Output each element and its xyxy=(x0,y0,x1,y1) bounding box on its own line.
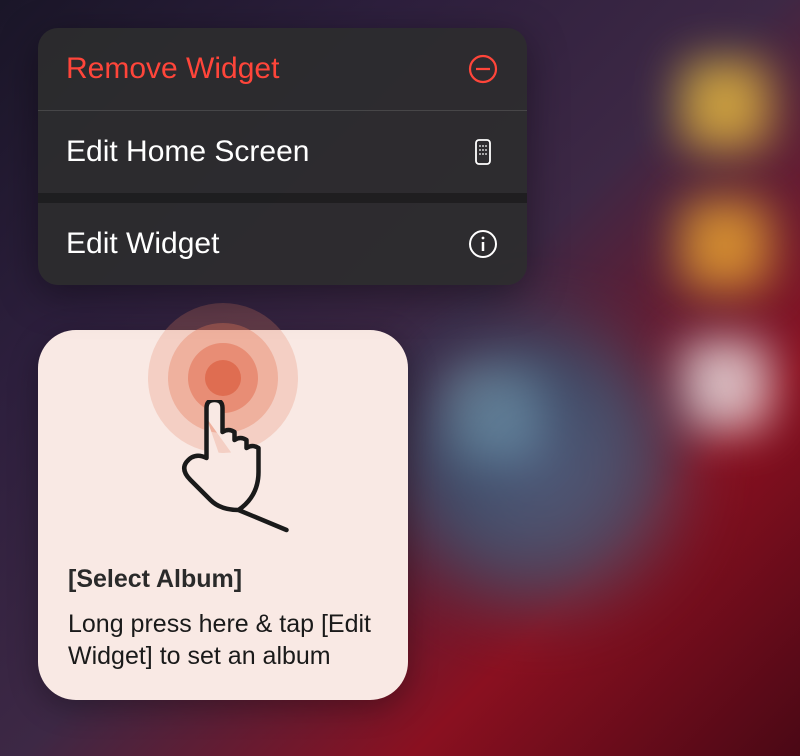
remove-icon xyxy=(467,53,499,85)
remove-widget-menu-item[interactable]: Remove Widget xyxy=(38,28,527,111)
touch-illustration xyxy=(68,358,378,553)
widget-context-menu: Remove Widget Edit Home Screen xyxy=(38,28,527,285)
edit-home-screen-menu-item[interactable]: Edit Home Screen xyxy=(38,111,527,193)
menu-item-label: Edit Home Screen xyxy=(66,135,309,169)
blurred-app-icon xyxy=(680,340,770,430)
blurred-app-icon xyxy=(680,60,770,150)
widget-placeholder-card[interactable]: [Select Album] Long press here & tap [Ed… xyxy=(38,330,408,700)
blurred-background-glow xyxy=(400,326,680,606)
menu-separator xyxy=(38,193,527,203)
widget-title: [Select Album] xyxy=(68,565,378,594)
menu-item-label: Remove Widget xyxy=(66,52,279,86)
pointing-hand-icon xyxy=(157,400,302,540)
blurred-app-icon xyxy=(680,200,770,290)
info-icon xyxy=(467,228,499,260)
widget-instruction: Long press here & tap [Edit Widget] to s… xyxy=(68,608,378,672)
home-screen-icon xyxy=(467,136,499,168)
menu-item-label: Edit Widget xyxy=(66,227,219,261)
edit-widget-menu-item[interactable]: Edit Widget xyxy=(38,203,527,285)
